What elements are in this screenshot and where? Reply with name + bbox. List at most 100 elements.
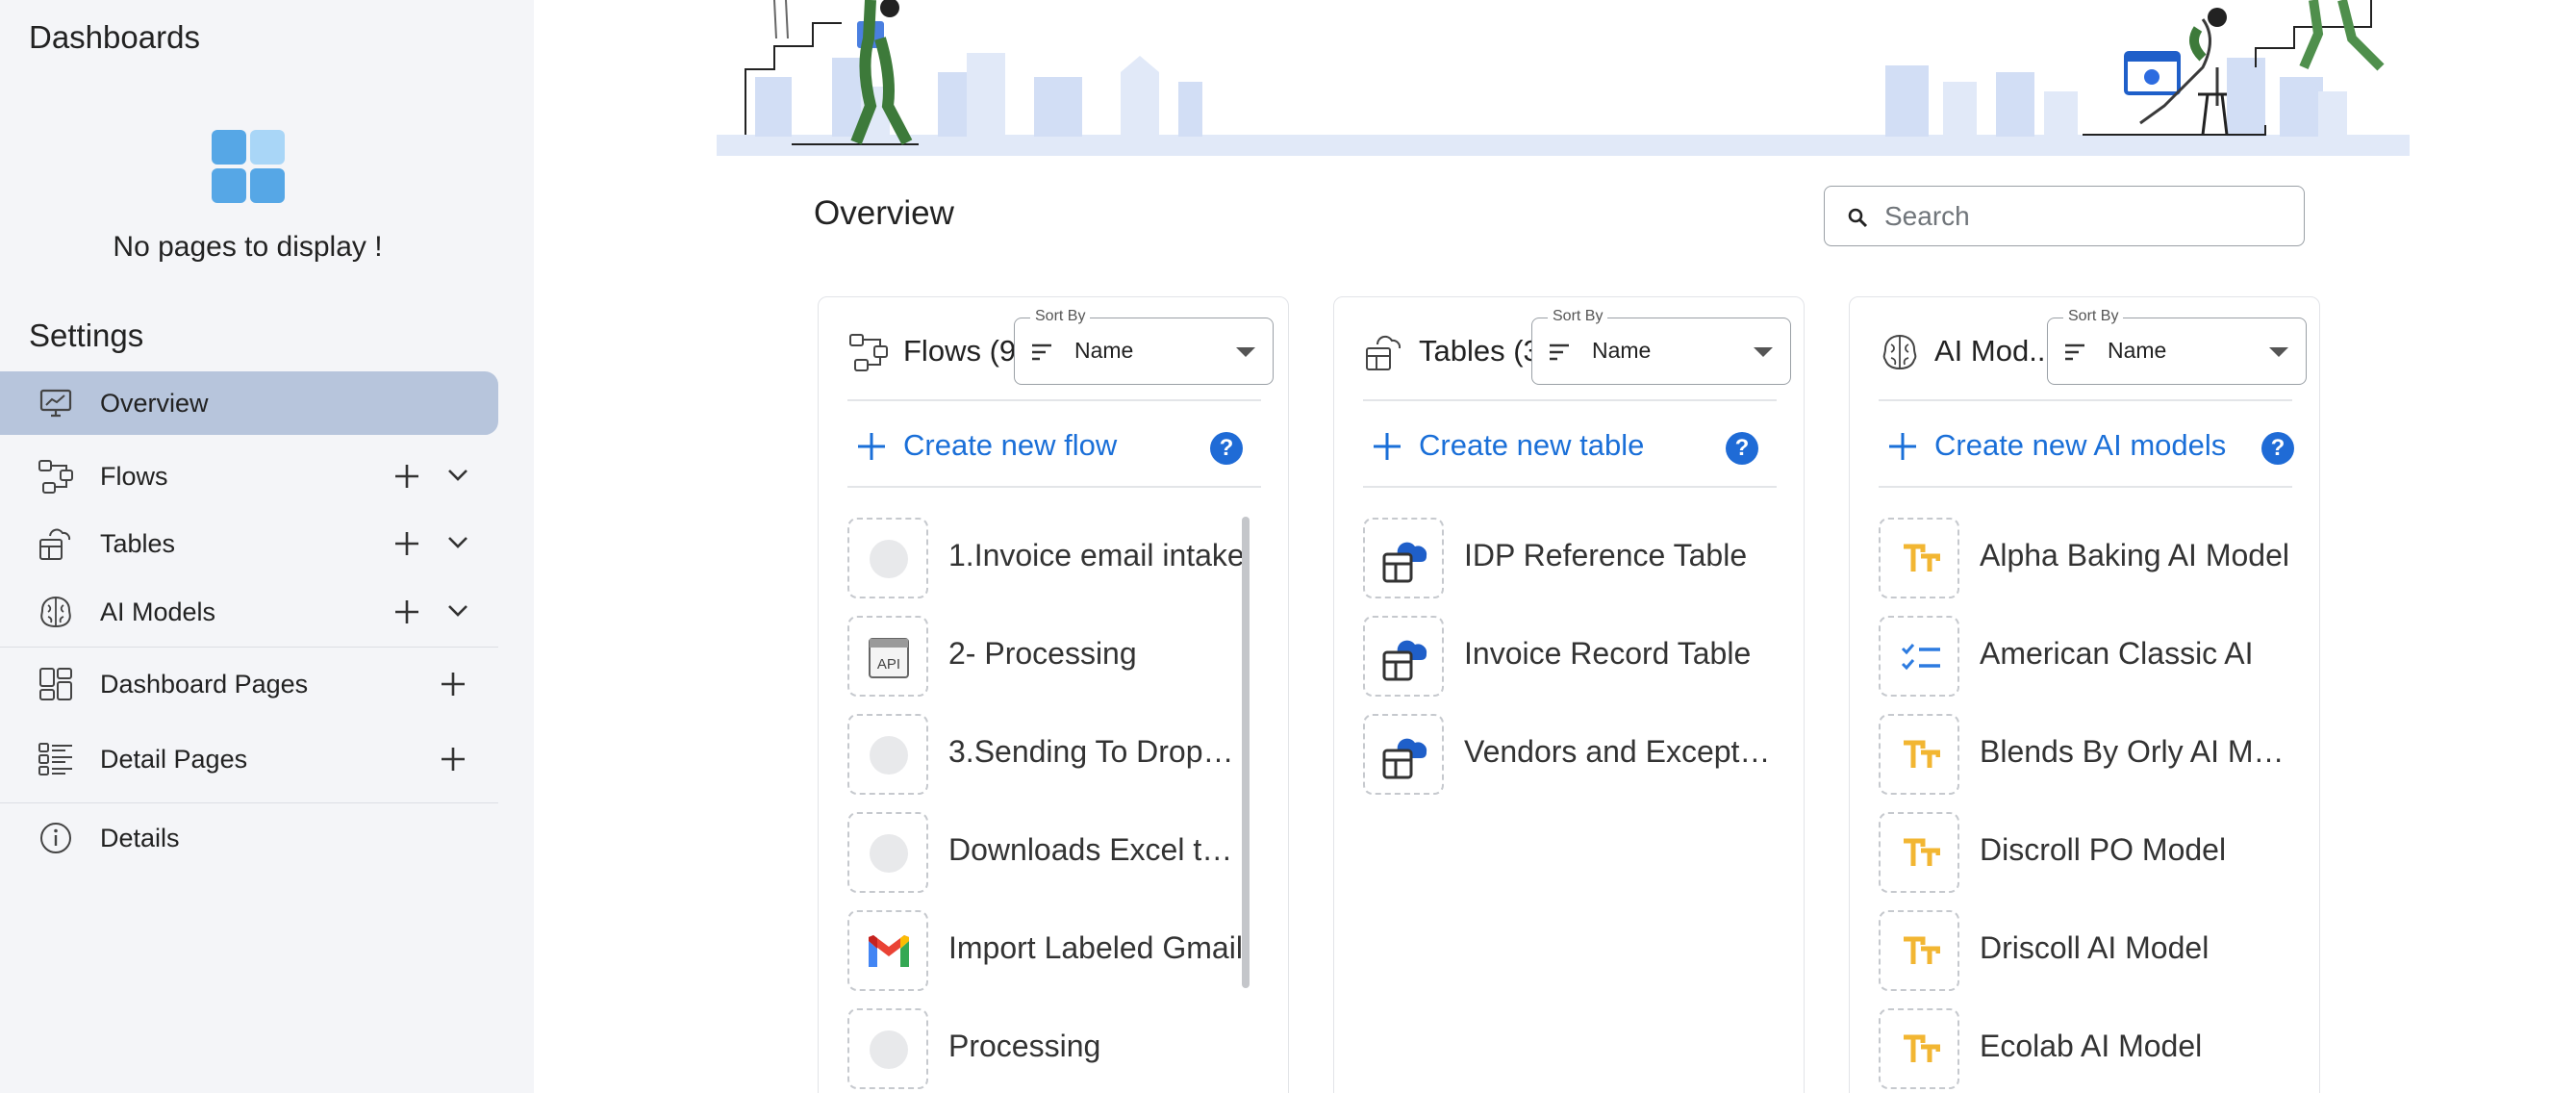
chevron-down-icon[interactable] bbox=[441, 458, 475, 493]
model-icon-box bbox=[1879, 812, 1959, 893]
settings-heading: Settings bbox=[29, 318, 144, 353]
create-new-ai-model-button[interactable]: Create new AI models ? bbox=[1850, 419, 2319, 476]
list-item-label: 3.Sending To DropBox bbox=[948, 734, 1247, 769]
flow-icon bbox=[38, 460, 73, 494]
list-item[interactable]: Driscoll AI Model bbox=[1850, 905, 2319, 992]
sidebar-item-details[interactable]: Details bbox=[0, 806, 498, 870]
sort-by-label: Sort By bbox=[2063, 308, 2124, 325]
help-icon[interactable]: ? bbox=[2261, 432, 2294, 465]
sort-by-label: Sort By bbox=[1030, 308, 1091, 325]
search-icon bbox=[1848, 208, 1868, 228]
sidebar-divider bbox=[0, 802, 498, 803]
sort-lines-icon bbox=[1032, 343, 1051, 361]
plus-icon bbox=[858, 433, 885, 460]
card-divider bbox=[1363, 399, 1777, 401]
api-icon: API bbox=[869, 638, 909, 678]
sidebar-item-label: Overview bbox=[100, 388, 209, 418]
list-item[interactable]: Discroll PO Model bbox=[1850, 807, 2319, 894]
sidebar-item-label: Dashboard Pages bbox=[100, 669, 309, 699]
list-item[interactable]: Ecolab AI Model bbox=[1850, 1004, 2319, 1090]
flow-icon-box bbox=[847, 518, 928, 598]
sidebar-item-label: Flows bbox=[100, 461, 168, 491]
search-input[interactable] bbox=[1884, 196, 2288, 237]
list-item[interactable]: Processing bbox=[819, 1004, 1288, 1090]
list-item-label: Ecolab AI Model bbox=[1980, 1029, 2203, 1063]
sort-lines-icon bbox=[2065, 343, 2084, 361]
cloud-table-icon bbox=[1382, 640, 1427, 681]
list-item-label: American Classic AI bbox=[1980, 636, 2254, 671]
sidebar-item-flows[interactable]: Flows bbox=[0, 445, 498, 508]
sort-by-select[interactable]: Sort By Name bbox=[1531, 308, 1791, 385]
sidebar-item-ai-models[interactable]: AI Models bbox=[0, 580, 498, 644]
create-new-table-button[interactable]: Create new table ? bbox=[1334, 419, 1804, 476]
add-flow-icon[interactable] bbox=[390, 459, 424, 494]
list-item[interactable]: Alpha Baking AI Model bbox=[1850, 513, 2319, 599]
sidebar-item-tables[interactable]: Tables bbox=[0, 512, 498, 575]
list-item-label: Processing bbox=[948, 1029, 1101, 1063]
help-icon[interactable]: ? bbox=[1210, 432, 1243, 465]
list-item-label: Downloads Excel to Table bbox=[948, 832, 1247, 867]
checklist-icon bbox=[1901, 644, 1940, 671]
scrollbar[interactable] bbox=[1242, 517, 1250, 998]
list-item[interactable]: Vendors and Exceptions bbox=[1334, 709, 1804, 796]
list-item-label: Blends By Orly AI Model bbox=[1980, 734, 2287, 769]
sort-by-select[interactable]: Sort By Name bbox=[2047, 308, 2307, 385]
flow-icon-box bbox=[847, 812, 928, 893]
brain-icon bbox=[1882, 334, 1917, 370]
sidebar-divider bbox=[0, 647, 498, 648]
hero-illustration bbox=[717, 0, 2410, 156]
sort-by-label: Sort By bbox=[1548, 308, 1608, 325]
model-icon-box bbox=[1879, 1008, 1959, 1089]
add-table-icon[interactable] bbox=[390, 526, 424, 561]
card-title: AI Mod... bbox=[1934, 334, 2055, 368]
chevron-down-icon[interactable] bbox=[441, 525, 475, 560]
list-item[interactable]: 3.Sending To DropBox bbox=[819, 709, 1288, 796]
text-type-icon bbox=[1904, 936, 1940, 964]
svg-text:API: API bbox=[877, 656, 900, 673]
table-icon-box bbox=[1363, 714, 1444, 795]
tables-card: Tables (3) Sort By Name Create new table… bbox=[1333, 296, 1805, 1093]
list-item[interactable]: Downloads Excel to Table bbox=[819, 807, 1288, 894]
search-box[interactable] bbox=[1824, 186, 2305, 246]
scrollbar-thumb[interactable] bbox=[1242, 517, 1250, 988]
add-ai-model-icon[interactable] bbox=[390, 595, 424, 629]
sidebar-item-detail-pages[interactable]: Detail Pages bbox=[0, 727, 498, 791]
list-item[interactable]: Invoice Record Table bbox=[1334, 611, 1804, 698]
model-icon-box bbox=[1879, 616, 1959, 697]
add-dashboard-page-icon[interactable] bbox=[436, 667, 470, 701]
monitor-icon bbox=[39, 389, 72, 418]
sidebar-item-dashboard-pages[interactable]: Dashboard Pages bbox=[0, 652, 498, 716]
text-type-icon bbox=[1904, 838, 1940, 866]
add-detail-page-icon[interactable] bbox=[436, 742, 470, 776]
sort-by-value: Name bbox=[1074, 338, 1134, 363]
sidebar-item-label: Detail Pages bbox=[100, 744, 248, 774]
create-new-flow-label: Create new flow bbox=[903, 428, 1118, 462]
help-icon[interactable]: ? bbox=[1726, 432, 1758, 465]
sort-by-select[interactable]: Sort By Name bbox=[1014, 308, 1274, 385]
dropdown-caret-icon bbox=[1236, 347, 1255, 357]
list-item[interactable]: API 2- Processing bbox=[819, 611, 1288, 698]
text-type-icon bbox=[1904, 740, 1940, 768]
list-item[interactable]: Import Labeled Gmail bbox=[819, 905, 1288, 992]
create-new-flow-button[interactable]: Create new flow ? bbox=[819, 419, 1288, 476]
text-type-icon bbox=[1904, 1034, 1940, 1062]
dashboard-layout-icon bbox=[39, 668, 72, 700]
list-item[interactable]: Blends By Orly AI Model bbox=[1850, 709, 2319, 796]
list-item[interactable]: American Classic AI bbox=[1850, 611, 2319, 698]
brain-icon bbox=[40, 596, 71, 628]
flows-card: Flows (9) Sort By Name Create new flow ?… bbox=[818, 296, 1289, 1093]
sort-by-value: Name bbox=[2108, 338, 2167, 363]
chevron-down-icon[interactable] bbox=[441, 594, 475, 628]
list-item-label: Alpha Baking AI Model bbox=[1980, 538, 2289, 572]
list-item-label: Invoice Record Table bbox=[1464, 636, 1752, 671]
list-item-label: 1.Invoice email intake bbox=[948, 538, 1245, 572]
info-icon bbox=[40, 823, 71, 853]
list-item[interactable]: 1.Invoice email intake bbox=[819, 513, 1288, 599]
list-item[interactable]: IDP Reference Table bbox=[1334, 513, 1804, 599]
sidebar-item-overview[interactable]: Overview bbox=[0, 371, 498, 435]
sort-by-value: Name bbox=[1592, 338, 1652, 363]
flow-icon bbox=[849, 334, 888, 371]
list-item-label: Discroll PO Model bbox=[1980, 832, 2227, 867]
dashboards-heading: Dashboards bbox=[29, 19, 200, 55]
circle-placeholder-icon bbox=[870, 834, 908, 873]
